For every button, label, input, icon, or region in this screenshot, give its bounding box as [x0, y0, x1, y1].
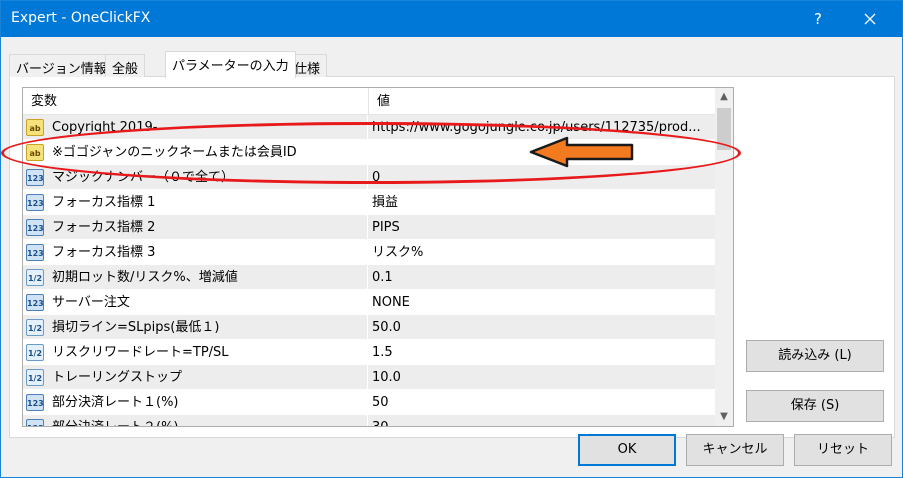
parameter-value-cell[interactable]: 50.0: [369, 315, 715, 340]
parameter-name-cell[interactable]: 123 部分決済レート１(%): [23, 390, 368, 415]
parameter-name: Copyright 2019-: [52, 120, 158, 135]
parameter-value-cell[interactable]: 0: [369, 165, 715, 190]
grid-header: 変数 値: [23, 88, 715, 115]
parameter-name: 部分決済レート２(%): [52, 415, 179, 426]
scroll-up-arrow-icon[interactable]: ▲: [715, 88, 733, 106]
parameter-name-cell[interactable]: 1/2 初期ロット数/リスク%、増減値: [23, 265, 368, 290]
table-row[interactable]: 123 フォーカス指標 2 PIPS: [23, 215, 715, 240]
parameter-value-cell[interactable]: 30: [369, 415, 715, 426]
table-row[interactable]: 123 サーバー注文 NONE: [23, 290, 715, 315]
parameter-name-cell[interactable]: 1/2 トレーリングストップ: [23, 365, 368, 390]
parameter-name-cell[interactable]: 123 フォーカス指標 2: [23, 215, 368, 240]
scrollbar-thumb[interactable]: [717, 108, 731, 150]
double-type-icon: 1/2: [26, 344, 44, 361]
table-row[interactable]: 1/2 初期ロット数/リスク%、増減値 0.1: [23, 265, 715, 290]
integer-type-icon: 123: [26, 219, 44, 236]
parameter-value-cell[interactable]: 10.0: [369, 365, 715, 390]
parameter-name: 部分決済レート１(%): [52, 395, 179, 410]
string-type-icon: ab: [26, 144, 44, 161]
reset-button[interactable]: リセット: [794, 434, 892, 466]
integer-type-icon: 123: [26, 244, 44, 261]
ok-button[interactable]: OK: [578, 434, 676, 466]
parameter-name: フォーカス指標 1: [52, 195, 156, 210]
parameter-name: トレーリングストップ: [52, 370, 183, 385]
orange-arrow-icon: [529, 136, 634, 168]
parameter-name: ※ゴゴジャンのニックネームまたは会員ID: [52, 145, 297, 160]
integer-type-icon: 123: [26, 394, 44, 411]
table-row[interactable]: 123 部分決済レート２(%) 30: [23, 415, 715, 426]
cancel-button[interactable]: キャンセル: [686, 434, 784, 466]
parameter-name: フォーカス指標 2: [52, 220, 156, 235]
double-type-icon: 1/2: [26, 269, 44, 286]
expert-dialog: Expert - OneClickFX ? バージョン情報 全般 パラメーターの…: [0, 0, 903, 478]
integer-type-icon: 123: [26, 169, 44, 186]
table-row[interactable]: 123 マジックナンバー（０で全て） 0: [23, 165, 715, 190]
tab-version-info[interactable]: バージョン情報: [9, 54, 114, 77]
string-type-icon: ab: [26, 119, 44, 136]
save-button[interactable]: 保存 (S): [746, 390, 884, 422]
parameter-name-cell[interactable]: 123 フォーカス指標 1: [23, 190, 368, 215]
column-header-value[interactable]: 値: [369, 88, 715, 115]
table-row[interactable]: 1/2 リスクリワードレート=TP/SL 1.5: [23, 340, 715, 365]
vertical-scrollbar[interactable]: ▲ ▼: [715, 88, 733, 426]
load-button[interactable]: 読み込み (L): [746, 340, 884, 372]
parameter-name-cell[interactable]: 123 フォーカス指標 3: [23, 240, 368, 265]
parameter-value-cell[interactable]: 50: [369, 390, 715, 415]
table-row[interactable]: 123 フォーカス指標 3 リスク%: [23, 240, 715, 265]
scroll-down-arrow-icon[interactable]: ▼: [715, 408, 733, 426]
parameter-name-cell[interactable]: 1/2 損切ライン=SLpips(最低１): [23, 315, 368, 340]
double-type-icon: 1/2: [26, 319, 44, 336]
parameter-name-cell[interactable]: ab ※ゴゴジャンのニックネームまたは会員ID: [23, 140, 368, 165]
parameter-name: 損切ライン=SLpips(最低１): [52, 320, 220, 335]
parameter-name: フォーカス指標 3: [52, 245, 156, 260]
integer-type-icon: 123: [26, 194, 44, 211]
parameter-name: リスクリワードレート=TP/SL: [52, 345, 229, 360]
tab-input-parameters[interactable]: パラメーターの入力: [165, 51, 296, 78]
table-row[interactable]: 1/2 損切ライン=SLpips(最低１) 50.0: [23, 315, 715, 340]
integer-type-icon: 123: [26, 419, 44, 426]
close-icon: [864, 13, 876, 25]
table-row[interactable]: 123 フォーカス指標 1 損益: [23, 190, 715, 215]
parameter-value-cell[interactable]: NONE: [369, 290, 715, 315]
parameter-value-cell[interactable]: 0.1: [369, 265, 715, 290]
window-title: Expert - OneClickFX: [11, 10, 151, 26]
table-row[interactable]: 123 部分決済レート１(%) 50: [23, 390, 715, 415]
parameter-name-cell[interactable]: 1/2 リスクリワードレート=TP/SL: [23, 340, 368, 365]
parameter-value-cell[interactable]: 1.5: [369, 340, 715, 365]
double-type-icon: 1/2: [26, 369, 44, 386]
table-row[interactable]: 1/2 トレーリングストップ 10.0: [23, 365, 715, 390]
parameter-name: マジックナンバー（０で全て）: [52, 170, 235, 185]
parameter-value-cell[interactable]: リスク%: [369, 240, 715, 265]
parameter-name-cell[interactable]: ab Copyright 2019-: [23, 115, 368, 140]
parameter-name: サーバー注文: [52, 295, 130, 310]
parameter-name-cell[interactable]: 123 マジックナンバー（０で全て）: [23, 165, 368, 190]
title-bar[interactable]: Expert - OneClickFX ?: [1, 1, 902, 37]
parameter-name-cell[interactable]: 123 サーバー注文: [23, 290, 368, 315]
parameter-name: 初期ロット数/リスク%、増減値: [52, 270, 238, 285]
column-header-variable[interactable]: 変数: [23, 88, 369, 115]
integer-type-icon: 123: [26, 294, 44, 311]
help-button[interactable]: ?: [801, 1, 835, 37]
parameter-value-cell[interactable]: 損益: [369, 190, 715, 215]
close-button[interactable]: [847, 1, 893, 37]
tab-general[interactable]: 全般: [105, 54, 146, 77]
parameter-name-cell[interactable]: 123 部分決済レート２(%): [23, 415, 368, 426]
parameter-value-cell[interactable]: PIPS: [369, 215, 715, 240]
